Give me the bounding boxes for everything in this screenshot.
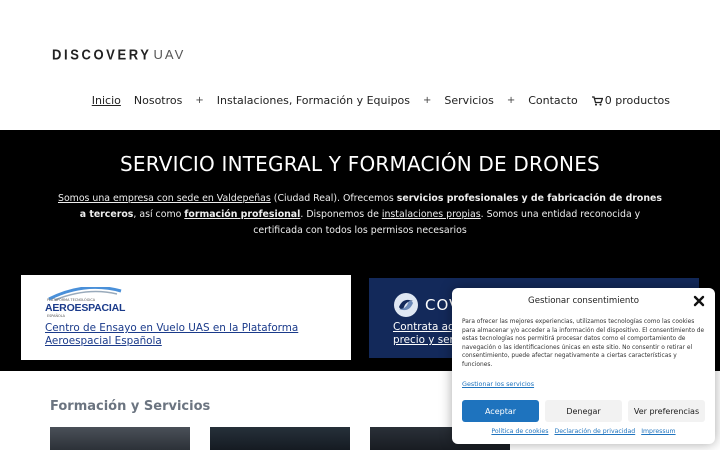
hero-title: SERVICIO INTEGRAL Y FORMACIÓN DE DRONES [120,152,600,176]
nav-item-nosotros[interactable]: Nosotros [134,94,182,107]
cart-icon [591,95,603,106]
consent-footer-links: Política de cookies Declaración de priva… [452,428,715,435]
nav-item-servicios[interactable]: Servicios [444,94,493,107]
service-thumbnail-2[interactable] [210,427,350,450]
cookie-policy-link[interactable]: Política de cookies [491,428,548,435]
consent-body: Para ofrecer las mejores experiencias, u… [462,319,705,368]
logo-text-uav: UAV [153,47,186,62]
close-icon[interactable] [693,295,705,307]
consent-title: Gestionar consentimiento [528,296,639,306]
nav-expand-instalaciones[interactable]: + [423,95,431,106]
section-title-formacion: Formación y Servicios [50,399,211,414]
hero-text-2: (Ciudad Real). Ofrecemos [270,193,397,204]
nav-item-contacto[interactable]: Contacto [528,94,578,107]
hero-text-6: . Disponemos de [300,209,382,220]
aeroespacial-logo-main: AEROESPACIAL [45,302,126,314]
nav-expand-nosotros[interactable]: + [195,95,203,106]
nav-item-instalaciones[interactable]: Instalaciones, Formación y Equipos [217,94,410,107]
cart-label: 0 productos [604,94,670,107]
logo-text-discovery: DISCOVERY [52,45,152,64]
deny-button[interactable]: Denegar [545,400,622,422]
main-nav: Inicio Nosotros + Instalaciones, Formaci… [79,94,670,107]
site-header: DISCOVERY UAV Inicio Nosotros + Instalac… [0,0,720,130]
aeroespacial-logo-sub: ESPAÑOLA [47,314,65,318]
privacy-statement-link[interactable]: Declaración de privacidad [554,428,635,435]
hero-description: Somos una empresa con sede en Valdepeñas… [55,191,665,239]
manage-services-link[interactable]: Gestionar los servicios [462,380,534,388]
hero-link-formacion[interactable]: formación profesional [184,209,300,220]
cart-link[interactable]: 0 productos [591,94,670,107]
card-aeroespacial[interactable]: PLATAFORMA TECNOLÓGICA AEROESPACIAL ESPA… [21,275,351,360]
cov-logo: COV [393,292,460,318]
nav-item-inicio[interactable]: Inicio [92,94,121,107]
cov-swirl-icon [394,293,418,317]
hero-link-instalaciones[interactable]: instalaciones propias [382,209,481,220]
card-aeroespacial-link[interactable]: Centro de Ensayo en Vuelo UAS en la Plat… [45,322,325,348]
nav-expand-servicios[interactable]: + [507,95,515,106]
hero-text-4: , así como [133,209,185,220]
service-thumbnail-1[interactable] [50,427,190,450]
hero-link-sede[interactable]: Somos una empresa con sede en Valdepeñas [58,193,271,204]
impressum-link[interactable]: Impressum [641,428,675,435]
accept-button[interactable]: Aceptar [462,400,539,422]
aeroespacial-logo: PLATAFORMA TECNOLÓGICA AEROESPACIAL ESPA… [45,287,125,319]
cookie-consent-dialog: Gestionar consentimiento Para ofrecer la… [452,288,715,444]
site-logo[interactable]: DISCOVERY UAV [52,45,186,64]
preferences-button[interactable]: Ver preferencias [628,400,705,422]
